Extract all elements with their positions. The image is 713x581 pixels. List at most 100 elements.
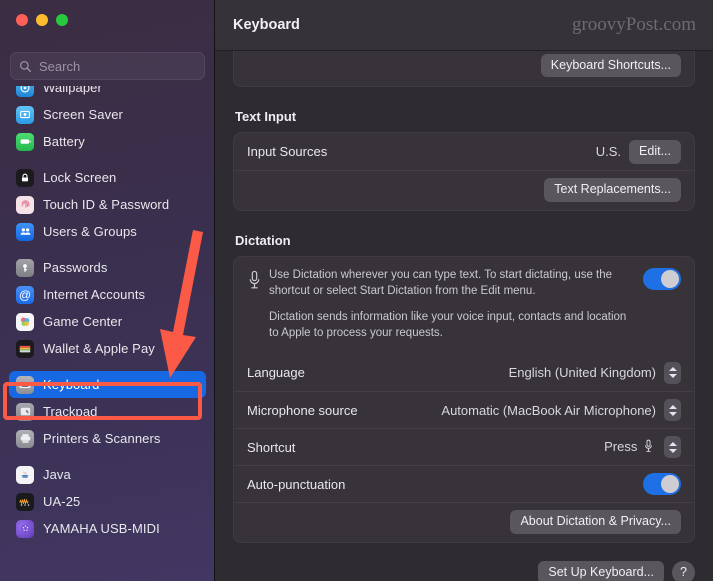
sidebar-item-label: Touch ID & Password (43, 197, 170, 212)
text-input-section: Text Input Input Sources U.S. Edit... Te… (215, 109, 713, 211)
sidebar-item-java[interactable]: Java (9, 461, 206, 488)
dictation-toggle[interactable] (643, 267, 681, 290)
sidebar-item-label: Wallet & Apple Pay (43, 341, 155, 356)
sidebar-group-accounts: Passwords @ Internet Accounts Game Cente… (0, 254, 214, 371)
dictation-microphone-source-row: Microphone source Automatic (MacBook Air… (234, 391, 694, 428)
game-center-icon (16, 312, 34, 331)
sidebar-item-label: Users & Groups (43, 224, 137, 239)
battery-icon (16, 132, 34, 151)
settings-scroll-area[interactable]: Keyboard Shortcuts... Text Input Input S… (215, 51, 713, 581)
text-input-card: Input Sources U.S. Edit... Text Replacem… (233, 132, 695, 211)
sidebar-item-lock-screen[interactable]: Lock Screen (9, 164, 206, 191)
users-groups-icon (16, 222, 34, 241)
sidebar-item-label: Internet Accounts (43, 287, 146, 302)
sidebar-item-label: Trackpad (43, 404, 98, 419)
sidebar-item-label: Java (43, 467, 71, 482)
sidebar-group-display: Wallpaper Screen Saver Battery (0, 86, 214, 164)
dictation-description-1: Use Dictation wherever you can type text… (269, 268, 613, 297)
sidebar-item-label: YAMAHA USB-MIDI (43, 521, 160, 536)
input-sources-value: U.S. (595, 144, 622, 160)
main-content: Keyboard groovyPost.com Keyboard Shortcu… (215, 0, 713, 581)
minimize-window-button[interactable] (36, 14, 48, 26)
text-replacements-button[interactable]: Text Replacements... (544, 178, 681, 202)
shortcut-value-text: Press (604, 438, 638, 454)
set-up-keyboard-button[interactable]: Set Up Keyboard... (538, 560, 664, 581)
language-value: English (United Kingdom) (508, 365, 656, 381)
microphone-source-stepper[interactable] (664, 399, 681, 422)
window-traffic-lights (16, 14, 68, 26)
keyboard-shortcuts-row: Keyboard Shortcuts... (234, 51, 694, 86)
sidebar-item-printers-scanners[interactable]: Printers & Scanners (9, 425, 206, 452)
sidebar-item-yamaha-usb-midi[interactable]: YAMAHA USB-MIDI (9, 515, 206, 542)
chevron-up-icon (668, 367, 677, 372)
page-title: Keyboard (233, 17, 300, 33)
sidebar-item-keyboard[interactable]: Keyboard (9, 371, 206, 398)
sidebar-item-ua-25[interactable]: UA-25 (9, 488, 206, 515)
internet-accounts-icon: @ (16, 285, 34, 304)
sidebar-item-passwords[interactable]: Passwords (9, 254, 206, 281)
microphone-source-value: Automatic (MacBook Air Microphone) (441, 402, 656, 418)
search-input[interactable] (39, 58, 196, 74)
touch-id-icon (16, 195, 34, 214)
watermark: groovyPost.com (571, 14, 696, 35)
sidebar-group-input-devices: Keyboard Trackpad Printers & Scanners (0, 371, 214, 461)
sidebar-item-label: Game Center (43, 314, 123, 329)
dictation-description-row: Use Dictation wherever you can type text… (234, 257, 694, 354)
sidebar-nav-list[interactable]: Wallpaper Screen Saver Battery Lock Scre… (0, 86, 214, 581)
sidebar-item-users-groups[interactable]: Users & Groups (9, 218, 206, 245)
keyboard-shortcuts-card: Keyboard Shortcuts... (233, 51, 695, 88)
dictation-shortcut-row: Shortcut Press (234, 428, 694, 465)
keyboard-icon (16, 375, 34, 394)
text-replacements-row: Text Replacements... (234, 170, 694, 209)
auto-punctuation-toggle[interactable] (643, 473, 681, 496)
sidebar-item-label: Passwords (43, 260, 108, 275)
sidebar-group-third-party: Java UA-25 YAMAHA USB-MIDI (0, 461, 214, 551)
toggle-knob (661, 475, 679, 494)
wallpaper-icon (16, 86, 34, 97)
sidebar-item-wallpaper[interactable]: Wallpaper (9, 86, 206, 101)
microphone-source-label: Microphone source (247, 402, 358, 418)
sidebar-item-trackpad[interactable]: Trackpad (9, 398, 206, 425)
sidebar-item-touch-id-password[interactable]: Touch ID & Password (9, 191, 206, 218)
sidebar-item-battery[interactable]: Battery (9, 128, 206, 155)
trackpad-icon (16, 402, 34, 421)
dictation-heading: Dictation (235, 232, 291, 248)
auto-punctuation-row: Auto-punctuation (234, 465, 694, 502)
sidebar-item-label: Keyboard (43, 377, 100, 392)
shortcut-stepper[interactable] (664, 436, 681, 459)
search-icon (19, 60, 32, 73)
microphone-icon (247, 268, 269, 342)
sidebar-item-label: UA-25 (43, 494, 81, 509)
bottom-partial-row: Set Up Keyboard... ? (215, 560, 713, 581)
text-input-heading: Text Input (235, 109, 297, 125)
chevron-down-icon (668, 448, 677, 453)
chevron-up-icon (668, 441, 677, 446)
keyboard-shortcuts-button[interactable]: Keyboard Shortcuts... (540, 54, 681, 78)
sidebar-item-label: Lock Screen (43, 170, 117, 185)
dictation-language-row: Language English (United Kingdom) (234, 354, 694, 391)
language-label: Language (247, 365, 305, 381)
close-window-button[interactable] (16, 14, 28, 26)
chevron-up-icon (668, 404, 677, 409)
sidebar-item-game-center[interactable]: Game Center (9, 308, 206, 335)
help-button[interactable]: ? (672, 560, 695, 581)
toggle-knob (661, 269, 679, 288)
language-stepper[interactable] (664, 361, 681, 384)
printers-scanners-icon (16, 429, 34, 448)
sidebar-search-box[interactable] (10, 52, 205, 80)
chevron-down-icon (668, 374, 677, 379)
maximize-window-button[interactable] (56, 14, 68, 26)
sidebar-group-security: Lock Screen Touch ID & Password Users & … (0, 164, 214, 254)
about-dictation-privacy-button[interactable]: About Dictation & Privacy... (510, 510, 681, 534)
sidebar-item-wallet-apple-pay[interactable]: Wallet & Apple Pay (9, 335, 206, 362)
java-icon (16, 465, 34, 484)
dictation-card: Use Dictation wherever you can type text… (233, 255, 695, 543)
input-sources-edit-button[interactable]: Edit... (629, 140, 681, 164)
dictation-section: Dictation Use Dictation wherever you can… (215, 233, 713, 543)
top-card-wrapper: Keyboard Shortcuts... (215, 51, 713, 88)
lock-screen-icon (16, 168, 34, 187)
chevron-down-icon (668, 411, 677, 416)
sidebar-item-screen-saver[interactable]: Screen Saver (9, 101, 206, 128)
yamaha-usb-midi-icon (16, 519, 34, 538)
sidebar-item-internet-accounts[interactable]: @ Internet Accounts (9, 281, 206, 308)
